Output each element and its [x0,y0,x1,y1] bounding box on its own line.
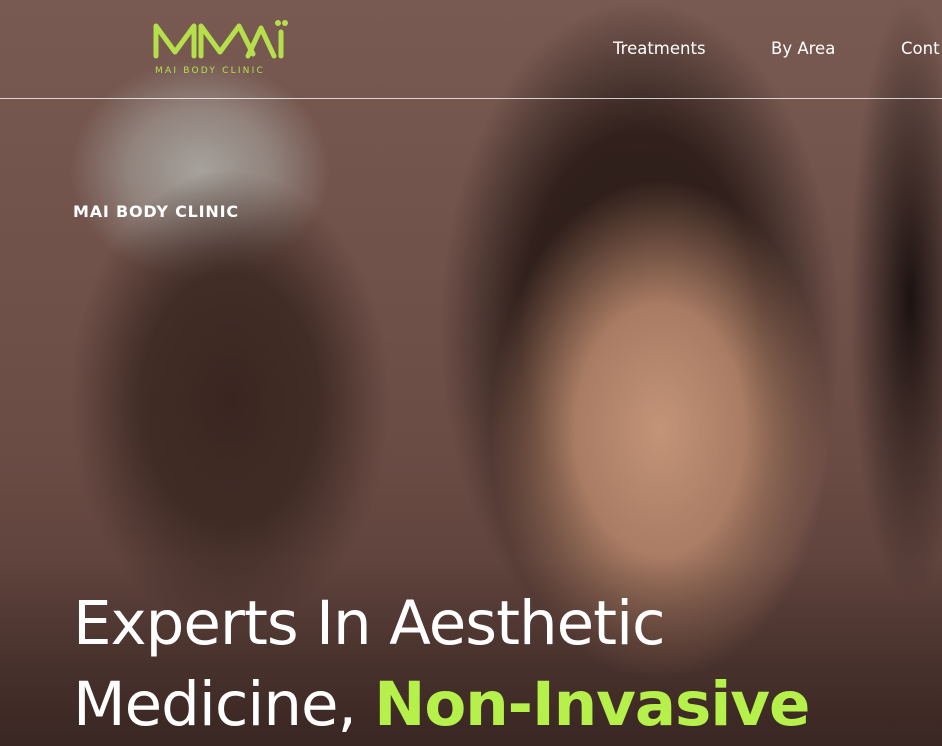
hero-eyebrow: MAI BODY CLINIC [73,202,239,221]
mai-logo-icon [153,20,288,59]
nav-item-by-area[interactable]: By Area [771,39,835,58]
hero-headline: Experts In Aesthetic Medicine, Non-Invas… [73,583,933,745]
mai-logo-link[interactable]: MAI BODY CLINIC [153,18,288,80]
logo-text: MAI BODY CLINIC [155,66,265,76]
nav-item-contact[interactable]: Cont [901,39,940,58]
hero-headline-accent: Non-Invasive [374,669,810,740]
site-header: MAI BODY CLINIC Treatments By Area Cont [0,0,942,99]
nav-item-treatments[interactable]: Treatments [613,39,706,58]
